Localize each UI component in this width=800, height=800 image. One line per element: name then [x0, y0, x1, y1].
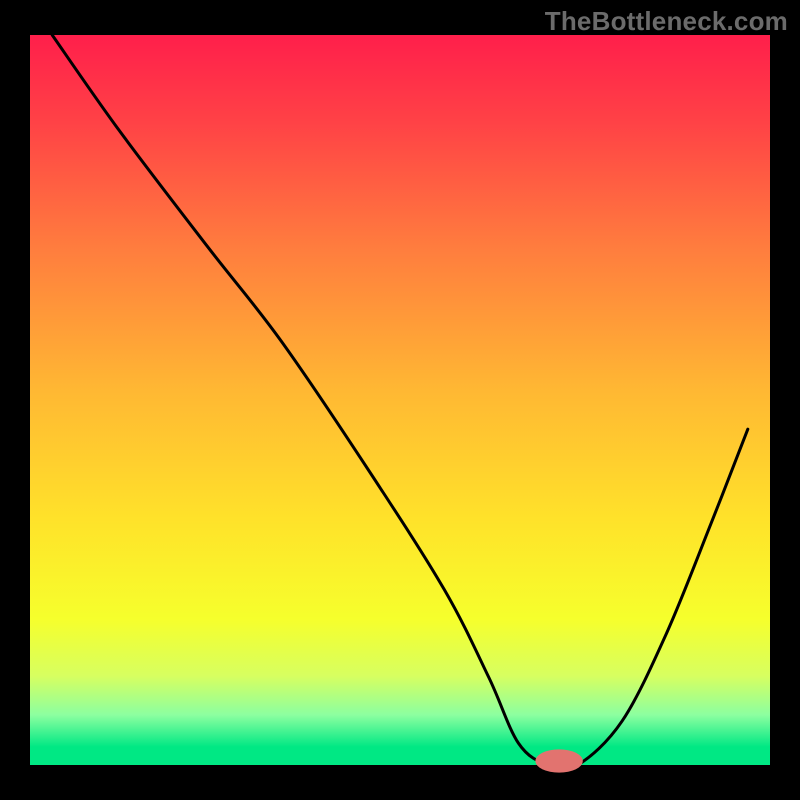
gradient-background [30, 35, 770, 747]
chart-frame: { "watermark": "TheBottleneck.com", "cha… [0, 0, 800, 800]
bottleneck-chart [0, 0, 800, 800]
green-band [30, 747, 770, 765]
optimal-marker [535, 749, 582, 772]
